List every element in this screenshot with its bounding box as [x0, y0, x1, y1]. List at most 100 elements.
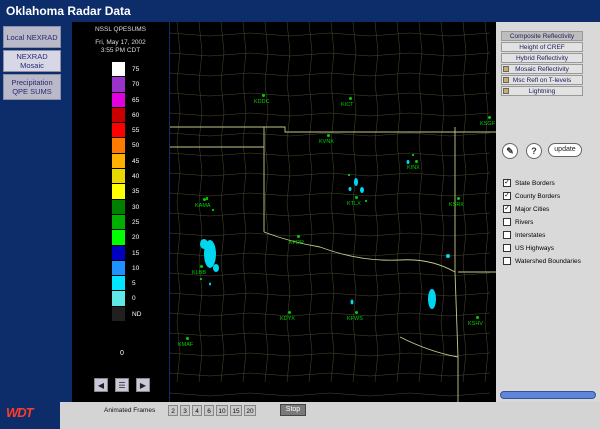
scale-label: 30	[132, 203, 140, 211]
triangle-left-icon: ◀	[97, 380, 105, 390]
help-button[interactable]: ?	[526, 143, 542, 159]
frames-6-button[interactable]: 6	[204, 405, 214, 416]
scale-swatch	[112, 77, 125, 93]
wdt-logo: WDT	[6, 405, 34, 420]
overlay-watershed-boundaries[interactable]: Watershed Boundaries	[503, 256, 581, 267]
scale-label: 40	[132, 173, 140, 181]
city-dot-icon	[488, 116, 491, 119]
scale-label: 10	[132, 264, 140, 272]
pencil-icon: ✎	[506, 146, 514, 156]
tab-column: Local NEXRAD NEXRAD Mosaic Precipitation…	[0, 22, 64, 402]
step-forward-button[interactable]: ▶	[136, 378, 150, 392]
product-height-of-cref[interactable]: Height of CREF	[501, 42, 583, 52]
city-dot-icon	[349, 97, 352, 100]
step-back-button[interactable]: ◀	[94, 378, 108, 392]
scale-swatch	[112, 92, 125, 108]
frames-20-button[interactable]: 20	[244, 405, 256, 416]
submenu-arrow-icon	[503, 88, 509, 94]
scale-swatch	[112, 123, 125, 139]
submenu-arrow-icon	[503, 77, 509, 83]
checkbox-icon[interactable]: ✓	[503, 192, 511, 201]
checkbox-icon[interactable]: ✓	[503, 179, 511, 188]
legend-time: 3:55 PM CDT	[100, 47, 141, 54]
overlay-us-highways[interactable]: US Highways	[503, 243, 554, 254]
legend-bottom-value: 0	[120, 350, 124, 357]
radar-echoes	[200, 160, 450, 309]
scale-swatch	[112, 230, 125, 246]
control-panel: Composite Reflectivity Height of CREF Hy…	[496, 22, 600, 402]
overlay-county-borders[interactable]: ✓ County Borders	[503, 191, 560, 202]
scale-swatch	[112, 291, 125, 307]
animated-frames-label: Animated Frames	[104, 407, 156, 414]
scale-swatch	[112, 199, 125, 215]
overlay-state-borders[interactable]: ✓ State Borders	[503, 178, 555, 189]
scale-label: ND	[132, 310, 142, 318]
checkbox-icon[interactable]	[503, 244, 511, 253]
product-mosaic-reflectivity[interactable]: Mosaic Reflectivity	[501, 64, 583, 74]
frames-3-button[interactable]: 3	[180, 405, 190, 416]
question-icon: ?	[531, 146, 537, 156]
scale-label: 25	[132, 218, 140, 226]
checkbox-icon[interactable]: ✓	[503, 205, 511, 214]
tab-label: Local NEXRAD	[6, 32, 58, 42]
tab-local-nexrad[interactable]: Local NEXRAD	[3, 26, 61, 48]
map-borders	[170, 22, 496, 402]
city-dot-icon	[457, 197, 460, 200]
frames-2-button[interactable]: 2	[168, 405, 178, 416]
overlay-interstates[interactable]: Interstates	[503, 230, 545, 241]
scale-swatch	[112, 306, 125, 323]
scale-label: 15	[132, 249, 140, 257]
scale-swatch	[112, 245, 125, 261]
scale-swatch	[112, 169, 125, 185]
city-dot-icon	[203, 198, 206, 201]
scale-swatch	[112, 276, 125, 292]
scale-label: 60	[132, 111, 140, 119]
product-hybrid-reflectivity[interactable]: Hybrid Reflectivity	[501, 53, 583, 63]
scale-label: 70	[132, 81, 140, 89]
overlay-rivers[interactable]: Rivers	[503, 217, 533, 228]
scale-swatch	[112, 184, 125, 200]
scale-label: 65	[132, 96, 140, 104]
frames-10-button[interactable]: 10	[216, 405, 228, 416]
triangle-right-icon: ▶	[139, 380, 147, 390]
city-dot-icon	[262, 94, 265, 97]
scale-label: 0	[132, 295, 136, 303]
scale-label: 55	[132, 127, 140, 135]
city-dot-icon	[415, 160, 418, 163]
options-button[interactable]: ✎	[502, 143, 518, 159]
overlay-major-cities[interactable]: ✓ Major Cities	[503, 204, 549, 215]
checkbox-icon[interactable]	[503, 257, 511, 266]
city-dot-icon	[355, 311, 358, 314]
tab-label: Precipitation QPE SUMS	[11, 78, 53, 96]
tab-nexrad-mosaic[interactable]: NEXRAD Mosaic	[3, 50, 61, 72]
frames-15-button[interactable]: 15	[230, 405, 242, 416]
scale-label: 20	[132, 234, 140, 242]
city-dot-icon	[297, 235, 300, 238]
product-composite-reflectivity[interactable]: Composite Reflectivity	[501, 31, 583, 41]
stop-button[interactable]: Stop	[280, 404, 306, 416]
product-msc-refl-t-levels[interactable]: Msc Refl on T-levels	[501, 75, 583, 85]
county-borders	[170, 22, 491, 397]
frame-list-button[interactable]: ☰	[115, 378, 129, 392]
product-lightning[interactable]: Lightning	[501, 86, 583, 96]
checkbox-icon[interactable]	[503, 231, 511, 240]
scale-label: 5	[132, 280, 136, 288]
horizontal-scrollbar[interactable]	[500, 391, 596, 399]
frames-4-button[interactable]: 4	[192, 405, 202, 416]
scale-swatch	[112, 214, 125, 231]
scale-swatch	[112, 62, 125, 78]
scale-swatch	[112, 260, 125, 277]
submenu-arrow-icon	[503, 66, 509, 72]
radar-map[interactable]: KDDC KICT KVNX KINX KSGF KAMA KTLX KSRX …	[170, 22, 496, 402]
color-legend: NSSL QPESUMS Fri, May 17, 2002 3:55 PM C…	[72, 22, 169, 402]
scale-label: 45	[132, 157, 140, 165]
tab-precipitation-qpe-sums[interactable]: Precipitation QPE SUMS	[3, 74, 61, 100]
update-button[interactable]: update	[548, 143, 582, 157]
city-dot-icon	[288, 311, 291, 314]
scale-swatch	[112, 107, 125, 124]
checkbox-icon[interactable]	[503, 218, 511, 227]
legend-date: Fri, May 17, 2002	[95, 39, 146, 46]
tab-label: NEXRAD Mosaic	[16, 52, 48, 70]
city-dot-icon	[476, 316, 479, 319]
legend-source: NSSL QPESUMS	[94, 26, 147, 33]
